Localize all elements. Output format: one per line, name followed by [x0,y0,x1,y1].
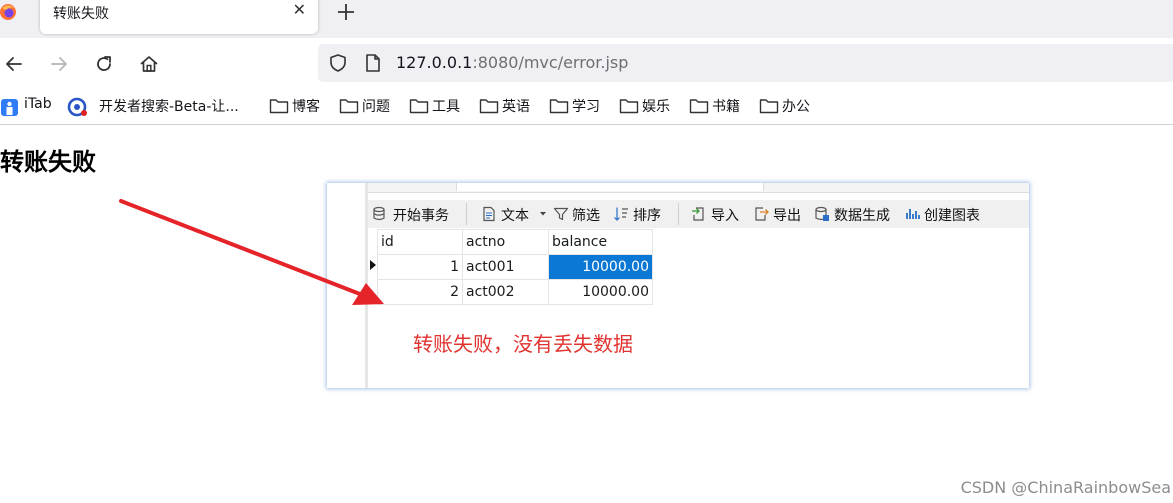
toolbar-label: 开始事务 [393,208,449,224]
toolbar-label: 数据生成 [834,208,890,224]
bookmark-folder-english[interactable]: 英语 [479,96,539,116]
sort-icon [614,207,628,221]
plus-icon[interactable] [334,0,358,24]
bookmark-label: 书籍 [712,99,740,115]
export-button: 导出 [753,205,808,224]
reload-icon[interactable] [93,53,115,75]
row-marker-header [368,229,378,255]
page-title: 转账失败 [0,148,96,176]
itab-icon [1,99,18,116]
editor-tab-strip [368,183,1029,193]
bookmark-folder-study[interactable]: 学习 [549,96,609,116]
cell-balance: 10000.00 [548,279,653,305]
cell-actno: act002 [462,279,549,305]
folder-icon [759,99,779,114]
folder-icon [339,99,359,114]
watermark: CSDN @ChinaRainbowSea [960,478,1171,497]
page-icon[interactable] [364,53,382,73]
address-bar[interactable]: 127.0.0.1:8080/mvc/error.jsp [318,44,1173,82]
folder-icon [619,99,639,114]
bookmark-label: 工具 [432,99,460,115]
bookmark-label: 娱乐 [642,99,670,115]
toolbar-label: 创建图表 [924,208,980,224]
database-icon [373,206,385,221]
folder-icon [479,99,499,114]
bookmark-label: 办公 [782,99,810,115]
data-generation-button: 数据生成 [814,205,898,224]
row-marker [368,280,378,305]
url-text[interactable]: 127.0.0.1:8080/mvc/error.jsp [396,53,628,72]
cell-id: 1 [377,254,463,280]
shield-icon[interactable] [328,53,348,73]
column-header-actno: actno [462,229,549,255]
cell-actno: act001 [462,254,549,280]
folder-icon [409,99,429,114]
tab-title: 转账失败 [53,6,109,22]
forward-arrow-icon[interactable] [48,53,70,75]
bookmarks-bar: iTab 开发者搜索-Beta-让... 博客 问题 工具 英语 学习 娱乐 书… [0,90,1173,125]
text-view-button: 文本 [481,205,547,224]
bookmark-folder-office[interactable]: 办公 [759,96,819,116]
export-icon [755,207,769,221]
grid-header-row: id actno balance [368,229,653,255]
toolbar-separator [678,203,679,225]
grid-toolbar: 开始事务 文本 筛选 排序 导入 导出 数据生成 创建图表 [368,200,1029,228]
bookmark-folder-tools[interactable]: 工具 [409,96,469,116]
url-path: :8080/mvc/error.jsp [472,53,629,72]
folder-icon [549,99,569,114]
close-tab-icon[interactable]: ✕ [293,0,306,19]
chart-icon [906,209,920,219]
toolbar-label: 排序 [633,208,661,224]
table-row: 1 act001 10000.00 [368,254,653,280]
table-row: 2 act002 10000.00 [368,279,653,305]
embedded-db-screenshot: 开始事务 文本 筛选 排序 导入 导出 数据生成 创建图表 id actno b… [327,183,1029,388]
import-button: 导入 [691,205,746,224]
folder-icon [269,99,289,114]
begin-transaction-button: 开始事务 [372,205,457,224]
toolbar-label: 文本 [501,208,529,224]
annotation-caption: 转账失败，没有丢失数据 [413,332,633,356]
editor-tab [456,183,764,191]
toolbar-separator [466,203,467,225]
bookmark-folder-entertainment[interactable]: 娱乐 [619,96,679,116]
create-chart-button: 创建图表 [905,205,991,224]
filter-button: 筛选 [553,205,605,224]
bookmark-label: 学习 [572,99,600,115]
column-header-id: id [377,229,463,255]
data-generation-icon [815,206,829,221]
back-arrow-icon[interactable] [3,53,25,75]
bookmark-folder-books[interactable]: 书籍 [689,96,749,116]
toolbar-label: 导出 [773,208,801,224]
bookmark-label: 问题 [362,99,390,115]
sort-button: 排序 [613,205,667,224]
bookmark-folder-questions[interactable]: 问题 [339,96,399,116]
firefox-icon[interactable] [0,2,22,22]
caret-down-icon [540,212,546,216]
folder-icon [689,99,709,114]
column-header-balance: balance [548,229,653,255]
filter-icon [553,207,569,221]
cell-balance-selected: 10000.00 [548,254,653,280]
cell-id: 2 [377,279,463,305]
bookmark-label: iTab [24,96,52,112]
bookmark-itab[interactable]: iTab [0,96,56,116]
document-icon [483,206,495,222]
current-row-indicator-icon [368,255,378,280]
bookmark-devsearch[interactable]: 开发者搜索-Beta-让... [67,96,252,117]
bookmark-label: 英语 [502,99,530,115]
tab-active[interactable]: 转账失败 ✕ [40,0,318,34]
bookmark-label: 博客 [292,99,320,115]
url-host: 127.0.0.1 [396,53,473,72]
bookmark-label: 开发者搜索-Beta-让... [99,99,239,115]
toolbar-label: 筛选 [572,208,600,224]
home-icon[interactable] [138,53,160,75]
import-icon [692,207,704,221]
navigation-toolbar: 127.0.0.1:8080/mvc/error.jsp [0,38,1173,90]
result-grid: id actno balance 1 act001 10000.00 2 act… [368,229,653,305]
tab-strip: 转账失败 ✕ [0,0,1173,38]
devsearch-icon [67,97,87,117]
bookmark-folder-blog[interactable]: 博客 [269,96,329,116]
toolbar-label: 导入 [711,208,739,224]
